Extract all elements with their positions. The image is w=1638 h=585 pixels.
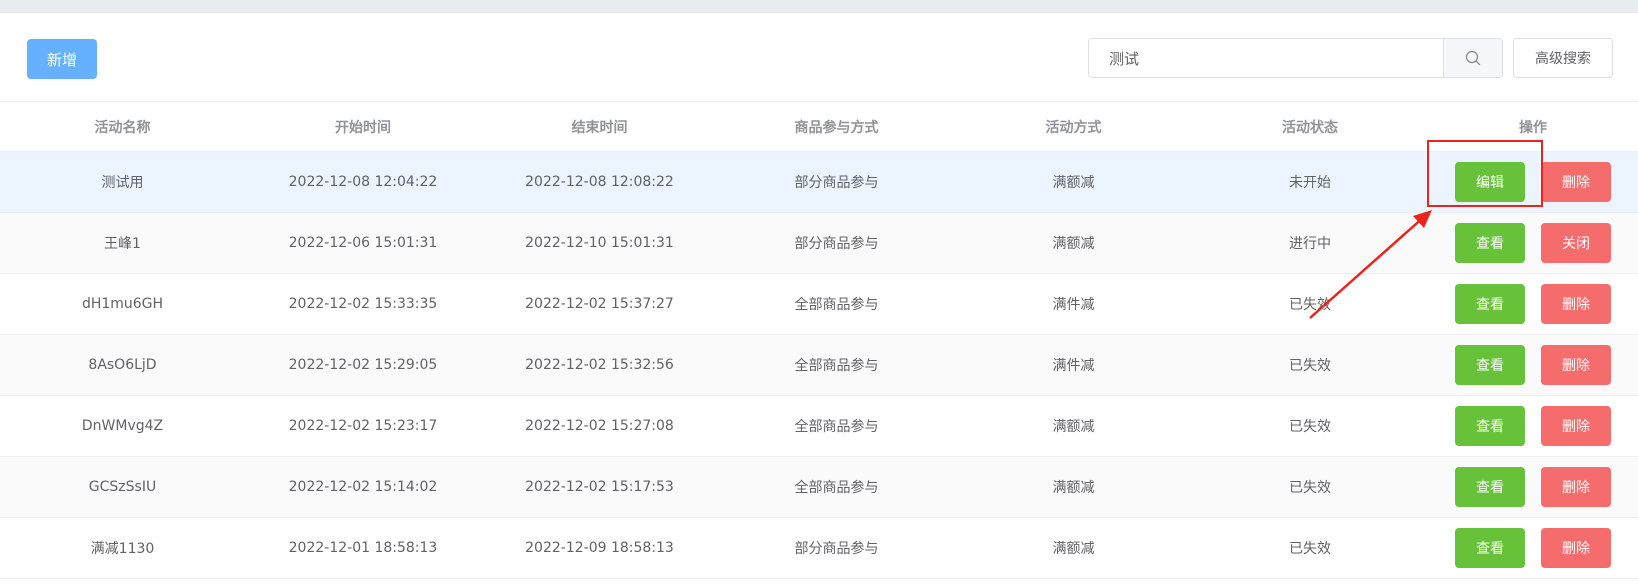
delete-button[interactable]: 删除 (1541, 528, 1611, 568)
cell-actions: 查看 关闭 (1428, 212, 1638, 274)
cell-end: 2022-12-09 18:58:13 (481, 517, 718, 579)
delete-button[interactable]: 删除 (1541, 162, 1611, 202)
cell-participation: 部分商品参与 (718, 151, 955, 213)
cell-name: GCSzSsIU (0, 456, 245, 518)
activity-table: 活动名称 开始时间 结束时间 商品参与方式 活动方式 活动状态 操作 测试用 2… (0, 101, 1638, 579)
cell-name: dH1mu6GH (0, 273, 245, 335)
table-row[interactable]: dH1mu6GH 2022-12-02 15:33:35 2022-12-02 … (0, 273, 1638, 335)
view-button[interactable]: 查看 (1455, 284, 1525, 324)
cell-participation: 部分商品参与 (718, 517, 955, 579)
cell-end: 2022-12-02 15:17:53 (481, 456, 718, 518)
view-button[interactable]: 查看 (1455, 528, 1525, 568)
cell-participation: 部分商品参与 (718, 212, 955, 274)
add-button[interactable]: 新增 (27, 39, 97, 79)
cell-status: 已失效 (1192, 334, 1428, 396)
search-input[interactable] (1089, 39, 1443, 77)
cell-actions: 查看 删除 (1428, 395, 1638, 457)
cell-method: 满额减 (955, 395, 1192, 457)
cell-start: 2022-12-02 15:23:17 (245, 395, 481, 457)
cell-name: DnWMvg4Z (0, 395, 245, 457)
header-status: 活动状态 (1192, 101, 1428, 152)
cell-actions: 编辑 删除 (1428, 151, 1638, 213)
cell-status: 已失效 (1192, 395, 1428, 457)
table-row[interactable]: DnWMvg4Z 2022-12-02 15:23:17 2022-12-02 … (0, 395, 1638, 457)
table-row[interactable]: 测试用 2022-12-08 12:04:22 2022-12-08 12:08… (0, 151, 1638, 213)
cell-start: 2022-12-02 15:14:02 (245, 456, 481, 518)
cell-end: 2022-12-10 15:01:31 (481, 212, 718, 274)
header-activity-name: 活动名称 (0, 101, 245, 152)
header-end-time: 结束时间 (481, 101, 718, 152)
cell-start: 2022-12-08 12:04:22 (245, 151, 481, 213)
delete-button[interactable]: 删除 (1541, 284, 1611, 324)
delete-button[interactable]: 删除 (1541, 345, 1611, 385)
table-row[interactable]: GCSzSsIU 2022-12-02 15:14:02 2022-12-02 … (0, 456, 1638, 518)
search-button[interactable] (1443, 39, 1502, 77)
cell-method: 满额减 (955, 517, 1192, 579)
cell-name: 王峰1 (0, 212, 245, 274)
cell-status: 进行中 (1192, 212, 1428, 274)
cell-participation: 全部商品参与 (718, 273, 955, 335)
view-button[interactable]: 查看 (1455, 467, 1525, 507)
cell-actions: 查看 删除 (1428, 517, 1638, 579)
cell-method: 满件减 (955, 334, 1192, 396)
cell-participation: 全部商品参与 (718, 334, 955, 396)
table-row[interactable]: 8AsO6LjD 2022-12-02 15:29:05 2022-12-02 … (0, 334, 1638, 396)
advanced-search-button[interactable]: 高级搜索 (1513, 38, 1613, 78)
cell-end: 2022-12-02 15:37:27 (481, 273, 718, 335)
cell-name: 满减1130 (0, 517, 245, 579)
cell-start: 2022-12-01 18:58:13 (245, 517, 481, 579)
cell-method: 满额减 (955, 151, 1192, 213)
edit-button[interactable]: 编辑 (1455, 162, 1525, 202)
cell-participation: 全部商品参与 (718, 395, 955, 457)
cell-actions: 查看 删除 (1428, 273, 1638, 335)
cell-end: 2022-12-02 15:27:08 (481, 395, 718, 457)
view-button[interactable]: 查看 (1455, 223, 1525, 263)
cell-status: 未开始 (1192, 151, 1428, 213)
cell-name: 8AsO6LjD (0, 334, 245, 396)
cell-name: 测试用 (0, 151, 245, 213)
delete-button[interactable]: 删除 (1541, 406, 1611, 446)
cell-actions: 查看 删除 (1428, 334, 1638, 396)
cell-method: 满件减 (955, 273, 1192, 335)
table-row[interactable]: 王峰1 2022-12-06 15:01:31 2022-12-10 15:01… (0, 212, 1638, 274)
cell-method: 满额减 (955, 212, 1192, 274)
cell-end: 2022-12-08 12:08:22 (481, 151, 718, 213)
cell-status: 已失效 (1192, 456, 1428, 518)
cell-method: 满额减 (955, 456, 1192, 518)
cell-start: 2022-12-02 15:33:35 (245, 273, 481, 335)
header-actions: 操作 (1428, 101, 1638, 152)
header-participation: 商品参与方式 (718, 101, 955, 152)
cell-participation: 全部商品参与 (718, 456, 955, 518)
view-button[interactable]: 查看 (1455, 345, 1525, 385)
cell-status: 已失效 (1192, 517, 1428, 579)
view-button[interactable]: 查看 (1455, 406, 1525, 446)
cell-start: 2022-12-02 15:29:05 (245, 334, 481, 396)
cell-start: 2022-12-06 15:01:31 (245, 212, 481, 274)
search-icon (1465, 50, 1481, 66)
search-box (1088, 38, 1503, 78)
cell-end: 2022-12-02 15:32:56 (481, 334, 718, 396)
close-button[interactable]: 关闭 (1541, 223, 1611, 263)
cell-actions: 查看 删除 (1428, 456, 1638, 518)
delete-button[interactable]: 删除 (1541, 467, 1611, 507)
activity-list-panel: 新增 高级搜索 活动名称 开始时间 结束时间 商品参与方式 活动方式 活动状态 … (0, 12, 1638, 585)
top-bar (0, 0, 1638, 12)
header-method: 活动方式 (955, 101, 1192, 152)
table-row[interactable]: 满减1130 2022-12-01 18:58:13 2022-12-09 18… (0, 517, 1638, 579)
header-start-time: 开始时间 (245, 101, 481, 152)
cell-status: 已失效 (1192, 273, 1428, 335)
table-header-row: 活动名称 开始时间 结束时间 商品参与方式 活动方式 活动状态 操作 (0, 101, 1638, 152)
